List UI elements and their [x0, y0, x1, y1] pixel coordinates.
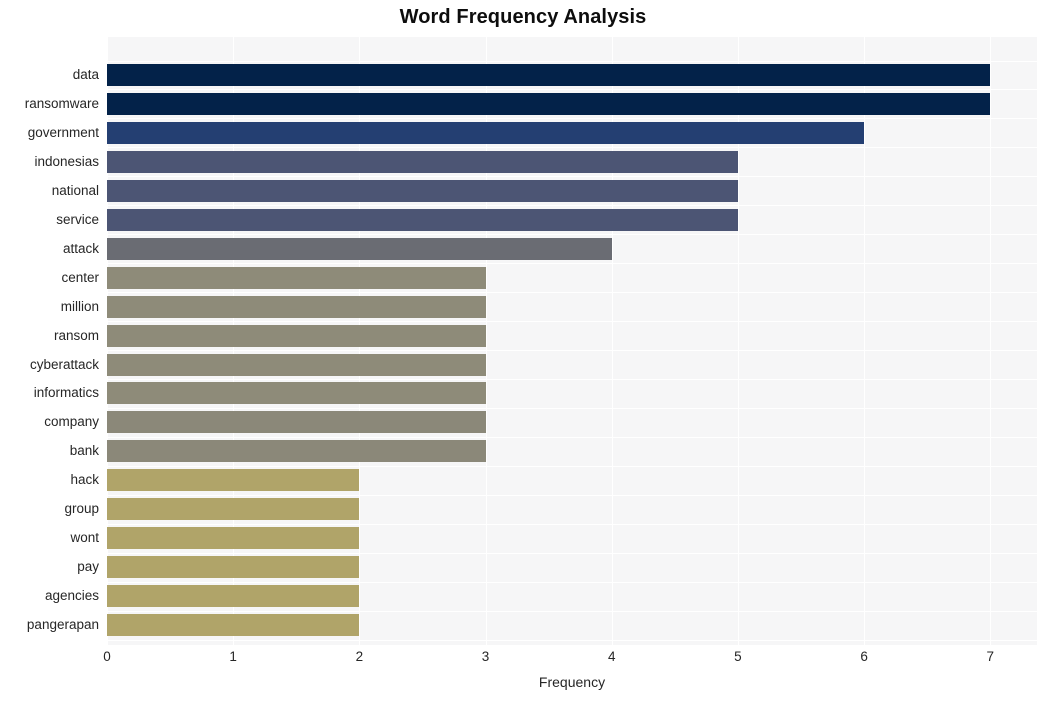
y-tick-label-service: service — [56, 211, 99, 227]
y-tick-label-bank: bank — [69, 443, 99, 459]
y-tick-label-ransomware: ransomware — [24, 95, 99, 111]
x-tick-label-4: 4 — [607, 649, 616, 664]
y-tick-label-million: million — [60, 298, 99, 314]
plot-area — [107, 37, 1037, 645]
y-tick-label-cyberattack: cyberattack — [29, 356, 99, 372]
bar-company — [107, 411, 486, 434]
y-tick-label-wont: wont — [70, 530, 99, 546]
y-tick-label-indonesias: indonesias — [34, 153, 99, 169]
gridline-horizontal — [107, 553, 1037, 554]
y-tick-label-group: group — [64, 501, 99, 517]
gridline-horizontal — [107, 350, 1037, 351]
gridline-horizontal — [107, 118, 1037, 119]
bar-ransomware — [107, 92, 991, 115]
gridline-horizontal — [107, 611, 1037, 612]
x-tick-label-7: 7 — [986, 649, 995, 664]
y-tick-label-ransom: ransom — [53, 327, 99, 343]
x-tick-label-2: 2 — [355, 649, 364, 664]
bar-agencies — [107, 585, 360, 608]
y-tick-label-attack: attack — [62, 240, 99, 256]
bar-attack — [107, 237, 612, 260]
gridline-horizontal — [107, 147, 1037, 148]
y-tick-label-hack: hack — [70, 472, 99, 488]
y-tick-label-pangerapan: pangerapan — [26, 617, 99, 633]
y-tick-label-government: government — [27, 124, 99, 140]
bar-group — [107, 498, 360, 521]
x-tick-label-0: 0 — [103, 649, 111, 664]
y-tick-label-pay: pay — [77, 559, 99, 575]
gridline-horizontal — [107, 234, 1037, 235]
y-tick-label-company: company — [44, 414, 99, 430]
chart-title: Word Frequency Analysis — [399, 6, 647, 28]
y-tick-label-agencies: agencies — [44, 588, 99, 604]
gridline-horizontal — [107, 321, 1037, 322]
x-tick-label-5: 5 — [734, 649, 742, 664]
word-frequency-chart-figure: Word Frequency Analysis data ransomware go… — [0, 0, 1046, 701]
bar-data — [107, 64, 991, 86]
gridline-horizontal — [107, 524, 1037, 525]
x-tick-label-6: 6 — [860, 649, 868, 664]
gridline-horizontal — [107, 263, 1037, 264]
gridline-horizontal — [107, 640, 1037, 641]
gridline-horizontal — [107, 466, 1037, 467]
gridline-horizontal — [107, 437, 1037, 438]
y-tick-label-data: data — [72, 67, 99, 82]
x-tick-label-1: 1 — [229, 649, 237, 664]
gridline-horizontal — [107, 379, 1037, 380]
bar-hack — [107, 469, 360, 492]
gridline-horizontal — [107, 582, 1037, 583]
gridline-horizontal — [107, 89, 1037, 90]
bar-cyberattack — [107, 353, 486, 376]
y-tick-label-center: center — [61, 269, 99, 285]
y-axis-tick-labels: data ransomware government indonesias nation… — [0, 37, 99, 645]
gridline-horizontal — [107, 61, 1037, 62]
gridline-horizontal — [107, 495, 1037, 496]
bar-ransom — [107, 324, 486, 347]
bar-center — [107, 266, 486, 289]
bar-indonesias — [107, 150, 738, 173]
bar-pay — [107, 556, 360, 579]
bar-pangerapan — [107, 614, 360, 637]
y-tick-label-national: national — [51, 182, 99, 198]
gridline-horizontal — [107, 205, 1037, 206]
bar-national — [107, 179, 738, 202]
bar-million — [107, 295, 486, 318]
bar-informatics — [107, 382, 486, 405]
gridline-horizontal — [107, 292, 1037, 293]
bar-service — [107, 208, 738, 231]
bar-wont — [107, 527, 360, 550]
gridline-horizontal — [107, 408, 1037, 409]
bar-government — [107, 121, 865, 144]
x-axis-title: Frequency — [538, 674, 606, 690]
x-tick-label-3: 3 — [481, 649, 490, 664]
y-tick-label-informatics: informatics — [33, 385, 99, 401]
x-axis-tick-labels: 0 1 2 3 4 5 6 7 — [0, 645, 1046, 669]
gridline-horizontal — [107, 176, 1037, 177]
bar-bank — [107, 440, 486, 463]
